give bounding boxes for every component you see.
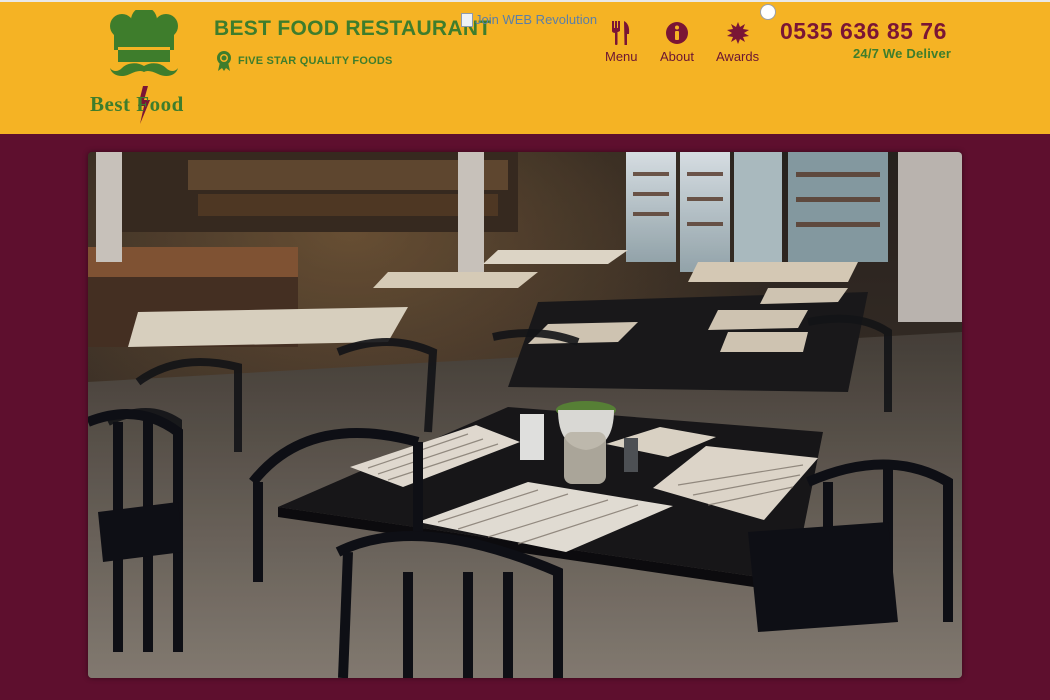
site-title: BEST FOOD RESTAURANT (214, 17, 492, 40)
award-ribbon-icon (217, 51, 231, 71)
delivery-note: 24/7 We Deliver (853, 46, 952, 61)
broken-image-alt-text: Join WEB Revolution (475, 12, 598, 27)
radio-toggle[interactable] (760, 4, 776, 20)
nav-awards[interactable]: Awards (716, 20, 759, 64)
phone-number[interactable]: 0535 636 85 76 (780, 18, 947, 45)
nav-menu-label: Menu (605, 49, 638, 64)
tagline-row: FIVE STAR QUALITY FOODS (216, 50, 393, 72)
site-header: Best Food BEST FOOD RESTAURANT FIVE STAR… (0, 0, 1050, 134)
nav-awards-label: Awards (716, 49, 760, 64)
tagline: FIVE STAR QUALITY FOODS (238, 55, 393, 67)
logo-text: Best Food (90, 92, 184, 116)
hero-image (88, 152, 962, 678)
info-icon (665, 22, 688, 44)
nav-about-label: About (660, 49, 694, 64)
broken-banner-image: Join WEB Revolution (461, 12, 597, 27)
logo[interactable]: Best Food (88, 7, 200, 128)
starburst-icon (726, 22, 749, 44)
nav-about[interactable]: About (660, 20, 694, 64)
broken-image-icon (461, 12, 473, 27)
restaurant-interior-photo (88, 152, 962, 678)
nav-menu[interactable]: Menu (605, 20, 638, 64)
fork-knife-icon (612, 21, 630, 45)
